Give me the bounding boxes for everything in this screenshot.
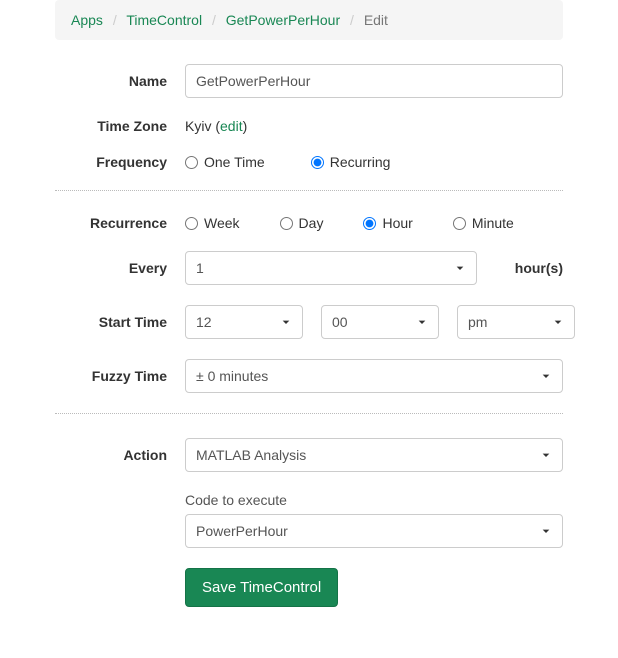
recurrence-week-label: Week <box>204 215 240 231</box>
recurrence-hour[interactable]: Hour <box>363 215 412 231</box>
every-label: Every <box>55 260 185 276</box>
recurrence-minute[interactable]: Minute <box>453 215 514 231</box>
code-label: Code to execute <box>185 492 563 508</box>
starttime-label: Start Time <box>55 314 185 330</box>
breadcrumb-sep: / <box>113 12 117 28</box>
frequency-recurring-radio[interactable] <box>311 156 324 169</box>
recurrence-day-radio[interactable] <box>280 217 293 230</box>
divider <box>55 413 563 414</box>
breadcrumb-apps[interactable]: Apps <box>71 12 103 28</box>
starttime-minute-select[interactable]: 00 <box>321 305 439 339</box>
breadcrumb-sep: / <box>350 12 354 28</box>
starttime-ampm-select[interactable]: pm <box>457 305 575 339</box>
frequency-recurring-label: Recurring <box>330 154 391 170</box>
recurrence-week[interactable]: Week <box>185 215 240 231</box>
every-select[interactable]: 1 <box>185 251 477 285</box>
frequency-recurring[interactable]: Recurring <box>311 154 391 170</box>
breadcrumb-active: Edit <box>364 12 388 28</box>
timezone-value: Kyiv <box>185 118 211 134</box>
save-button[interactable]: Save TimeControl <box>185 568 338 607</box>
recurrence-minute-radio[interactable] <box>453 217 466 230</box>
fuzzy-label: Fuzzy Time <box>55 368 185 384</box>
breadcrumb-getpowerperhour[interactable]: GetPowerPerHour <box>226 12 340 28</box>
name-input[interactable] <box>185 64 563 98</box>
timezone-label: Time Zone <box>55 118 185 134</box>
recurrence-day-label: Day <box>299 215 324 231</box>
fuzzy-select[interactable]: ± 0 minutes <box>185 359 563 393</box>
recurrence-week-radio[interactable] <box>185 217 198 230</box>
frequency-onetime[interactable]: One Time <box>185 154 265 170</box>
starttime-hour-select[interactable]: 12 <box>185 305 303 339</box>
timezone-edit-link[interactable]: edit <box>220 118 243 134</box>
divider <box>55 190 563 191</box>
name-label: Name <box>55 73 185 89</box>
code-select[interactable]: PowerPerHour <box>185 514 563 548</box>
breadcrumb-sep: / <box>212 12 216 28</box>
frequency-onetime-label: One Time <box>204 154 265 170</box>
recurrence-hour-label: Hour <box>382 215 412 231</box>
action-label: Action <box>55 447 185 463</box>
frequency-onetime-radio[interactable] <box>185 156 198 169</box>
recurrence-minute-label: Minute <box>472 215 514 231</box>
breadcrumb: Apps / TimeControl / GetPowerPerHour / E… <box>55 0 563 40</box>
action-select[interactable]: MATLAB Analysis <box>185 438 563 472</box>
frequency-label: Frequency <box>55 154 185 170</box>
recurrence-day[interactable]: Day <box>280 215 324 231</box>
timezone-edit-suffix: ) <box>243 118 248 134</box>
recurrence-hour-radio[interactable] <box>363 217 376 230</box>
breadcrumb-timecontrol[interactable]: TimeControl <box>126 12 202 28</box>
recurrence-label: Recurrence <box>55 215 185 231</box>
every-suffix: hour(s) <box>515 260 563 276</box>
